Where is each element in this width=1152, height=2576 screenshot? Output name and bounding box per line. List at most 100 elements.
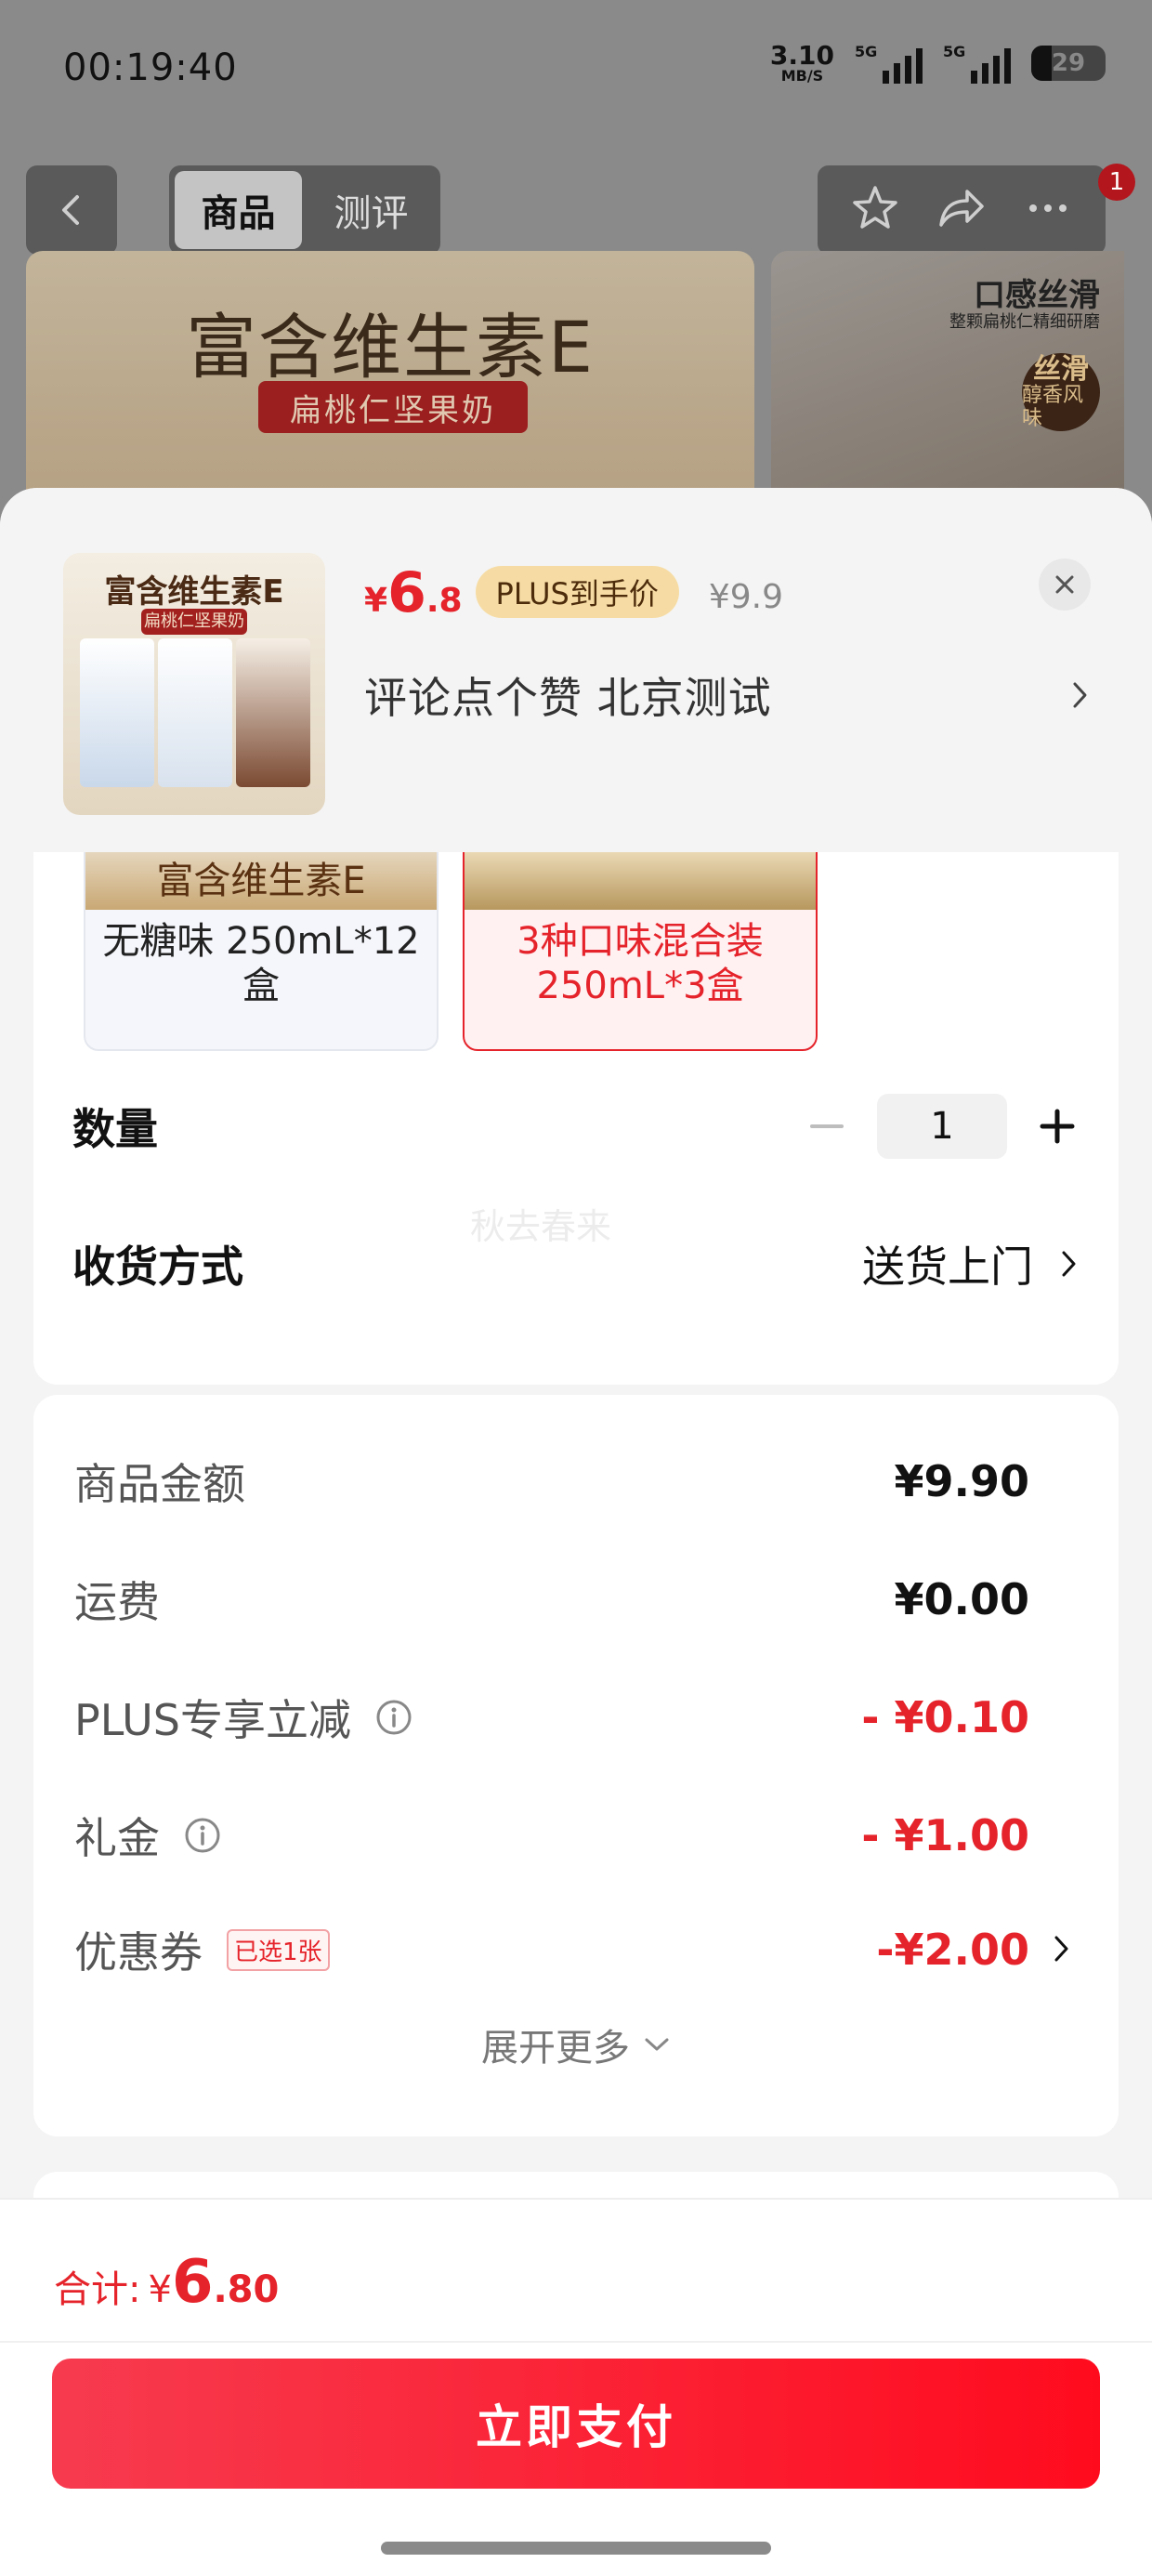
fee-label: 商品金额 xyxy=(74,1459,245,1509)
quantity-input[interactable]: 1 xyxy=(877,1094,1007,1159)
product-thumbnail: 富含维生素E 扁桃仁坚果奶 xyxy=(63,553,325,815)
signal-label-2: 5G xyxy=(943,43,966,60)
variant-option-sugar-free[interactable]: 富含维生素E 无糖味 250mL*12盒 xyxy=(84,843,439,1051)
coupon-selected-tag: 已选1张 xyxy=(227,1928,330,1971)
delivery-value: 送货上门 xyxy=(862,1233,1080,1295)
quantity-stepper: 1 xyxy=(805,1094,1080,1159)
network-speed-value: 3.10 xyxy=(769,40,834,71)
close-icon xyxy=(1055,575,1074,594)
status-time: 00:19:40 xyxy=(63,46,238,89)
total-decimal: .80 xyxy=(213,2268,280,2311)
product-banner: 富含维生素E 扁桃仁坚果奶 xyxy=(26,251,754,520)
home-indicator xyxy=(381,2542,771,2555)
fee-row-gift: 礼金 - ¥1.00 xyxy=(74,1805,1029,1866)
fee-row-plus-discount: PLUS专享立减 - ¥0.10 xyxy=(74,1687,1029,1748)
plus-icon xyxy=(1040,1109,1075,1144)
options-card: 富含维生素E 无糖味 250mL*12盒 3种口味混合装250mL*3盒 数量 … xyxy=(33,843,1119,1385)
thumb-box-1 xyxy=(80,638,154,787)
total-currency: ¥ xyxy=(148,2268,172,2311)
chevron-right-icon xyxy=(1062,1251,1076,1277)
expand-more-button[interactable]: 展开更多 xyxy=(33,2017,1119,2071)
product-page-background: 00:19:40 3.10 MB/S 5G 5G 29 商品 测评 1 富含维生… xyxy=(0,0,1152,520)
network-speed: 3.10 MB/S xyxy=(770,43,834,84)
product-banner-2: 口感丝滑 整颗扁桃仁精细研磨 丝滑 醇香风味 xyxy=(771,251,1124,520)
network-speed-unit: MB/S xyxy=(780,67,824,85)
signal-label: 5G xyxy=(855,43,878,60)
fee-label-group: PLUS专享立减 xyxy=(74,1687,412,1748)
original-price: ¥9.9 xyxy=(708,578,783,616)
back-button[interactable] xyxy=(26,165,117,255)
fee-row-subtotal: 商品金额 ¥9.90 xyxy=(74,1451,1029,1512)
variant-option-mixed[interactable]: 3种口味混合装250mL*3盒 xyxy=(463,843,818,1051)
close-button[interactable] xyxy=(1039,559,1091,611)
thumb-title: 富含维生素E xyxy=(104,573,284,611)
signal-icon-2: 5G xyxy=(943,43,1011,84)
increase-button[interactable] xyxy=(1035,1104,1080,1149)
seal-top: 丝滑 xyxy=(1033,353,1089,387)
delivery-row[interactable]: 收货方式 送货上门 xyxy=(72,1233,1080,1295)
more-dots-icon xyxy=(1028,204,1067,212)
variant-name: 无糖味 250mL*12盒 xyxy=(102,920,420,1007)
price-row: ¥6.8 PLUS到手价 ¥9.9 xyxy=(364,560,783,625)
share-button[interactable] xyxy=(936,182,988,238)
sheet-header: 富含维生素E 扁桃仁坚果奶 ¥6.8 PLUS到手价 ¥9.9 评论点个赞 北京… xyxy=(0,488,1152,852)
price-decimal: .8 xyxy=(425,582,463,620)
signal-icon: 5G xyxy=(855,43,923,84)
favorite-button[interactable] xyxy=(849,182,901,238)
variant-image: 富含维生素E xyxy=(85,845,437,910)
expand-label: 展开更多 xyxy=(481,2027,630,2070)
plus-price-tag: PLUS到手价 xyxy=(475,566,679,618)
fee-label-group: 优惠券 已选1张 xyxy=(74,1919,330,1980)
fee-label: PLUS专享立减 xyxy=(74,1695,351,1745)
battery-level: 29 xyxy=(1051,49,1086,77)
tab-product[interactable]: 商品 xyxy=(175,171,302,249)
thumb-subtitle: 扁桃仁坚果奶 xyxy=(141,609,247,635)
info-icon[interactable] xyxy=(375,1699,412,1736)
banner2-subtitle: 整颗扁桃仁精细研磨 xyxy=(949,312,1100,332)
tab-review[interactable]: 测评 xyxy=(308,171,435,249)
banner-subtitle: 扁桃仁坚果奶 xyxy=(258,381,528,433)
price-currency: ¥ xyxy=(364,582,388,620)
current-price: ¥6.8 xyxy=(364,560,463,625)
fee-label: 礼金 xyxy=(74,1813,160,1863)
status-bar-icons: 3.10 MB/S 5G 5G 29 xyxy=(770,43,1106,84)
chevron-left-icon xyxy=(62,195,79,225)
star-icon xyxy=(853,186,898,229)
thumb-box-2 xyxy=(158,638,232,787)
checkout-footer: 合计: ¥ 6 .80 立即支付 xyxy=(0,2198,1152,2576)
fee-row-coupon[interactable]: 优惠券 已选1张 -¥2.00 xyxy=(74,1919,1029,1980)
chevron-right-icon xyxy=(1073,682,1087,708)
thumb-box-3 xyxy=(236,638,310,787)
fee-label: 优惠券 xyxy=(74,1927,203,1978)
fee-value: ¥9.90 xyxy=(894,1456,1029,1506)
address-text: 评论点个赞 北京测试 xyxy=(364,673,772,723)
price-integer: 6 xyxy=(387,560,426,625)
fee-value: - ¥1.00 xyxy=(861,1810,1029,1860)
variant-image-2 xyxy=(465,845,816,910)
fee-label-group: 礼金 xyxy=(74,1805,221,1866)
total-integer: 6 xyxy=(171,2248,214,2317)
notification-badge: 1 xyxy=(1098,164,1135,201)
chevron-right-icon xyxy=(1054,1936,1068,1962)
chevron-down-icon xyxy=(645,2038,669,2051)
price-breakdown-card: 商品金额 ¥9.90 运费 ¥0.00 PLUS专享立减 - ¥0.10 礼金 … xyxy=(33,1395,1119,2136)
pay-now-button[interactable]: 立即支付 xyxy=(52,2359,1100,2489)
divider xyxy=(0,2341,1152,2343)
banner2-seal: 丝滑 醇香风味 xyxy=(1022,353,1100,431)
delivery-label: 收货方式 xyxy=(72,1242,243,1292)
fee-value: ¥0.00 xyxy=(894,1574,1029,1624)
minus-icon xyxy=(810,1124,844,1128)
fee-row-shipping: 运费 ¥0.00 xyxy=(74,1569,1029,1630)
info-icon[interactable] xyxy=(184,1817,221,1854)
fee-value: - ¥0.10 xyxy=(861,1692,1029,1742)
delivery-method: 送货上门 xyxy=(862,1242,1033,1292)
address-selector[interactable]: 评论点个赞 北京测试 xyxy=(364,664,1091,726)
more-button[interactable] xyxy=(1022,182,1074,238)
decrease-button[interactable] xyxy=(805,1104,849,1149)
fee-label: 运费 xyxy=(74,1577,160,1627)
variant-name-2: 3种口味混合装250mL*3盒 xyxy=(517,920,764,1007)
total-amount: 合计: ¥ 6 .80 xyxy=(54,2248,279,2317)
fee-value: -¥2.00 xyxy=(876,1925,1029,1975)
share-icon xyxy=(939,190,984,227)
banner-title: 富含维生素E xyxy=(185,306,596,388)
